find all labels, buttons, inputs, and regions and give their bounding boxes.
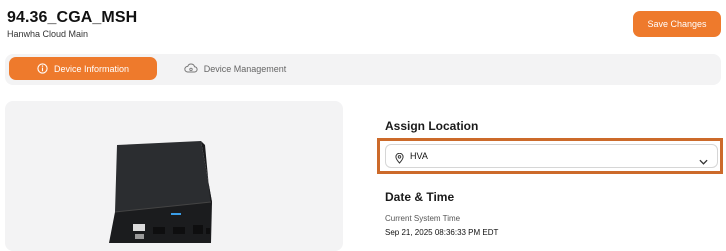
tab-device-information[interactable]: Device Information	[9, 57, 157, 80]
device-image	[109, 141, 212, 243]
location-select-value: HVA	[410, 151, 428, 161]
info-icon	[37, 63, 48, 74]
cloud-gear-icon	[184, 63, 198, 74]
assign-location-title: Assign Location	[385, 119, 479, 133]
current-system-time-value: Sep 21, 2025 08:36:33 PM EDT	[385, 228, 499, 237]
date-time-title: Date & Time	[385, 190, 455, 204]
location-select[interactable]: HVA	[385, 144, 718, 168]
page-title: 94.36_CGA_MSH	[7, 9, 138, 26]
tab-label: Device Information	[53, 63, 130, 74]
tab-bar: Device Information Device Management	[5, 54, 721, 85]
tab-device-management[interactable]: Device Management	[175, 57, 295, 80]
current-system-time-label: Current System Time	[385, 214, 461, 223]
save-changes-button[interactable]: Save Changes	[633, 11, 721, 37]
site-name: Hanwha Cloud Main	[7, 29, 89, 39]
device-image-panel	[5, 101, 343, 251]
tab-label: Device Management	[203, 63, 287, 74]
location-pin-icon	[395, 151, 404, 169]
chevron-down-icon	[699, 152, 708, 170]
